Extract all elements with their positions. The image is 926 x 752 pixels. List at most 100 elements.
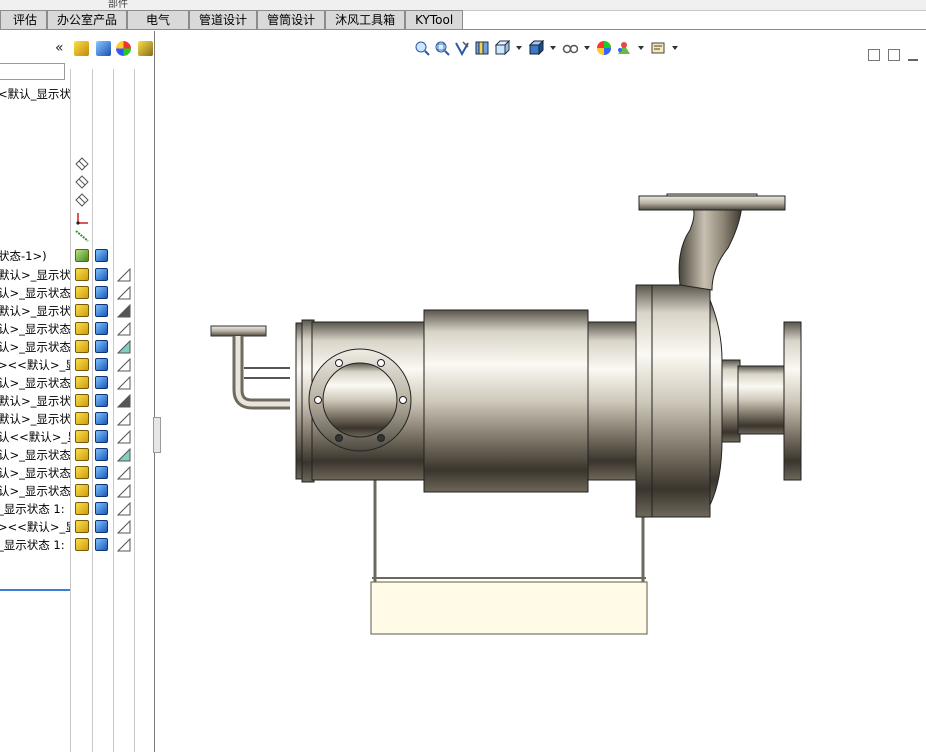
component-appearance-icon[interactable] (75, 304, 89, 317)
transparency-icon[interactable] (117, 484, 131, 498)
display-style-icon[interactable] (528, 40, 544, 56)
component-appearance-icon[interactable] (75, 394, 89, 407)
minimize-view-icon[interactable] (908, 49, 918, 61)
component-appearance-icon[interactable] (75, 268, 89, 281)
component-appearance-icon[interactable] (75, 340, 89, 353)
component-row-label[interactable]: 认>_显示状态 (0, 465, 70, 481)
display-mode-icon[interactable] (95, 466, 108, 479)
component-row-label[interactable]: 认>_显示状态 (0, 339, 70, 355)
section-view-icon[interactable] (474, 40, 490, 56)
display-state-icon[interactable] (138, 41, 153, 56)
tile-vertical-icon[interactable] (888, 49, 900, 61)
component-row-label[interactable]: 默认>_显示状 (0, 411, 70, 427)
transparency-icon[interactable] (117, 268, 131, 282)
zoom-to-fit-icon[interactable] (414, 40, 430, 56)
transparency-icon[interactable] (117, 430, 131, 444)
component-appearance-icon[interactable] (75, 412, 89, 425)
component-appearance-icon[interactable] (75, 286, 89, 299)
component-appearance-icon[interactable] (75, 466, 89, 479)
component-row-label[interactable]: 认>_显示状态 (0, 321, 70, 337)
tab-evaluate[interactable]: 评估 (0, 10, 48, 29)
appearance-icon[interactable] (116, 41, 131, 56)
tab-kytool[interactable]: KYTool (405, 10, 464, 29)
component-row-label[interactable]: 默认>_显示状 (0, 303, 70, 319)
display-mode-icon[interactable] (95, 286, 108, 299)
transparency-icon[interactable] (117, 448, 131, 462)
transparency-icon[interactable] (117, 376, 131, 390)
transparency-icon[interactable] (117, 502, 131, 516)
origin-axis-icon (76, 213, 88, 225)
component-appearance-icon[interactable] (75, 358, 89, 371)
component-row-label[interactable]: 认>_显示状态 (0, 483, 70, 499)
box-icon[interactable] (96, 41, 111, 56)
component-row-label[interactable]: 默认>_显示状 (0, 267, 70, 283)
display-mode-icon[interactable] (95, 304, 108, 317)
transparency-icon[interactable] (117, 358, 131, 372)
apply-scene-icon[interactable] (616, 40, 632, 56)
component-row-label[interactable]: ><<默认>_显 (0, 519, 70, 535)
component-appearance-icon[interactable] (75, 520, 89, 533)
component-appearance-icon[interactable] (75, 538, 89, 551)
graphics-viewport[interactable] (156, 31, 926, 752)
component-appearance-icon[interactable] (75, 322, 89, 335)
edit-appearance-icon[interactable] (596, 40, 612, 56)
component-appearance-icon[interactable] (75, 376, 89, 389)
component-appearance-icon[interactable] (75, 502, 89, 515)
dropdown-caret-icon[interactable] (672, 46, 678, 50)
transparency-icon[interactable] (117, 322, 131, 336)
view-settings-icon[interactable] (650, 40, 666, 56)
zoom-area-icon[interactable] (434, 40, 450, 56)
tab-tubing-design[interactable]: 管筒设计 (257, 10, 326, 29)
display-mode-icon[interactable] (95, 322, 108, 335)
component-row-label[interactable]: _显示状态 1: (0, 501, 70, 517)
transparency-icon[interactable] (117, 304, 131, 318)
display-mode-icon[interactable] (95, 249, 108, 262)
component-row-label[interactable]: 认>_显示状态 (0, 375, 70, 391)
transparency-icon[interactable] (117, 412, 131, 426)
display-mode-icon[interactable] (95, 502, 108, 515)
filter-input[interactable] (0, 63, 65, 80)
component-row-label[interactable]: 默认>_显示状 (0, 393, 70, 409)
display-mode-icon[interactable] (95, 394, 108, 407)
tab-mufeng-toolbox[interactable]: 沐风工具箱 (325, 10, 406, 29)
transparency-icon[interactable] (117, 538, 131, 552)
component-appearance-icon[interactable] (75, 448, 89, 461)
display-mode-icon[interactable] (95, 358, 108, 371)
transparency-icon[interactable] (117, 286, 131, 300)
view-orientation-icon[interactable] (494, 40, 510, 56)
dropdown-caret-icon[interactable] (516, 46, 522, 50)
transparency-icon[interactable] (117, 466, 131, 480)
hide-show-icon[interactable] (562, 40, 578, 56)
transparency-icon[interactable] (117, 340, 131, 354)
component-row-label[interactable]: ><<默认>_显 (0, 357, 70, 373)
tab-electrical[interactable]: 电气 (127, 10, 190, 29)
display-mode-icon[interactable] (95, 538, 108, 551)
display-pane-icon[interactable] (74, 41, 89, 56)
display-mode-icon[interactable] (95, 484, 108, 497)
tab-office-products[interactable]: 办公室产品 (47, 10, 128, 29)
dropdown-caret-icon[interactable] (638, 46, 644, 50)
config-row-top[interactable]: 状态-1>) (0, 248, 70, 264)
dropdown-caret-icon[interactable] (550, 46, 556, 50)
component-row-label[interactable]: _显示状态 1: (0, 537, 70, 553)
display-mode-icon[interactable] (95, 376, 108, 389)
display-mode-icon[interactable] (95, 268, 108, 281)
display-mode-icon[interactable] (95, 520, 108, 533)
config-row-default[interactable]: <默认_显示状 (0, 86, 70, 102)
display-mode-icon[interactable] (95, 412, 108, 425)
tile-horizontal-icon[interactable] (868, 49, 880, 61)
component-row-label[interactable]: 认>_显示状态 (0, 285, 70, 301)
component-appearance-icon[interactable] (75, 484, 89, 497)
component-row-label[interactable]: 认<<默认>_显 (0, 429, 70, 445)
previous-view-icon[interactable] (454, 40, 470, 56)
display-mode-icon[interactable] (95, 448, 108, 461)
dropdown-caret-icon[interactable] (584, 46, 590, 50)
display-mode-icon[interactable] (95, 340, 108, 353)
tab-piping-design[interactable]: 管道设计 (189, 10, 258, 29)
display-mode-icon[interactable] (95, 430, 108, 443)
transparency-icon[interactable] (117, 394, 131, 408)
transparency-icon[interactable] (117, 520, 131, 534)
component-appearance-icon[interactable] (75, 430, 89, 443)
component-row-label[interactable]: 认>_显示状态 (0, 447, 70, 463)
collapse-panel-icon[interactable]: « (55, 40, 64, 56)
